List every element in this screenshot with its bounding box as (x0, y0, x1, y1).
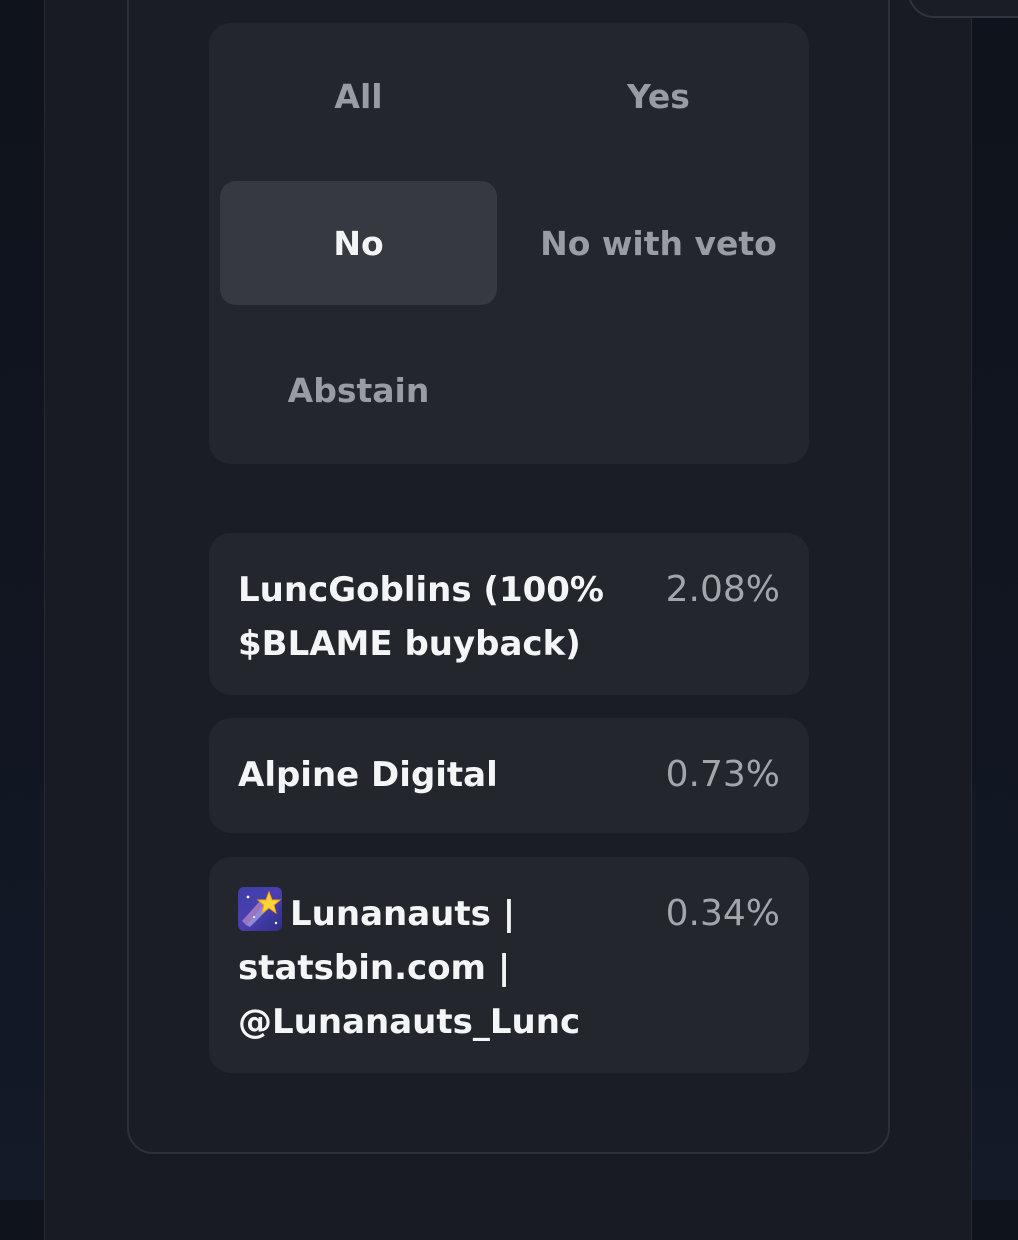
filter-option-abstain[interactable]: Abstain (220, 328, 497, 452)
voter-percent: 2.08% (665, 569, 780, 610)
voter-name-text: Lunanauts | statsbin.com | @Lunanauts_Lu… (238, 894, 581, 1042)
voter-percent: 0.73% (665, 754, 780, 795)
voter-row[interactable]: LuncGoblins (100% $BLAME buyback) 2.08% (209, 533, 809, 695)
voter-row[interactable]: Lunanauts | statsbin.com | @Lunanauts_Lu… (209, 857, 809, 1073)
filter-option-all[interactable]: All (220, 34, 497, 158)
voter-name: Alpine Digital (238, 755, 498, 795)
voter-name: LuncGoblins (100% $BLAME buyback) (238, 570, 604, 664)
corner-card (908, 0, 1018, 18)
filter-option-no[interactable]: No (220, 181, 497, 305)
vote-filter-panel: All Yes No No with veto Abstain (209, 23, 809, 464)
voter-name: Lunanauts | statsbin.com | @Lunanauts_Lu… (238, 887, 628, 1049)
filter-option-no-with-veto[interactable]: No with veto (520, 181, 797, 305)
voter-row[interactable]: Alpine Digital 0.73% (209, 718, 809, 833)
voter-percent: 0.34% (665, 893, 780, 934)
filter-option-yes[interactable]: Yes (520, 34, 797, 158)
shooting-star-icon (238, 887, 282, 931)
